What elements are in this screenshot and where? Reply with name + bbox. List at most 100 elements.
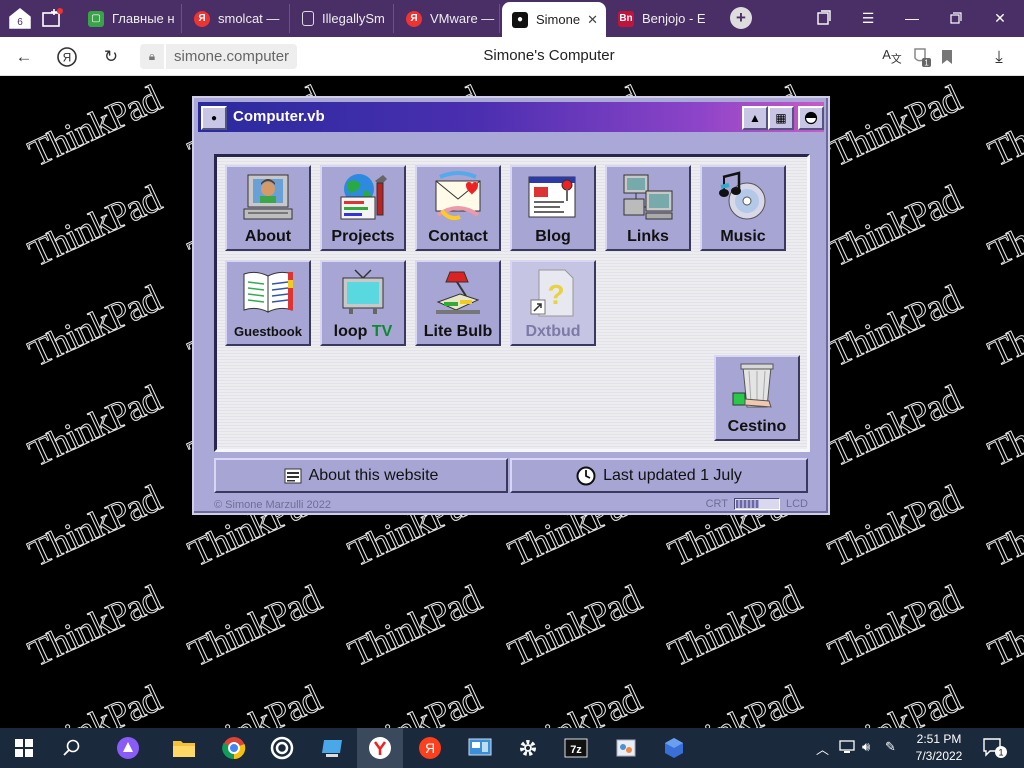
- thinkpad-watermark: ThinkPad: [982, 177, 1024, 275]
- thinkpad-watermark: ThinkPad: [822, 377, 967, 475]
- close-tab-icon[interactable]: ✕: [587, 12, 598, 28]
- tab-collections-button[interactable]: [810, 6, 838, 30]
- thinkpad-watermark: ThinkPad: [22, 177, 167, 275]
- about-website-button[interactable]: About this website: [214, 458, 508, 493]
- blog-icon-button[interactable]: Blog: [510, 165, 596, 251]
- last-updated-button[interactable]: Last updated 1 July: [510, 458, 808, 493]
- minimize-button[interactable]: —: [898, 6, 926, 30]
- thinkpad-watermark: ThinkPad: [342, 577, 487, 675]
- lite-bulb-icon-button[interactable]: Lite Bulb: [415, 260, 501, 346]
- new-window-button[interactable]: [38, 5, 66, 31]
- cestino-trash-button[interactable]: Cestino: [714, 355, 800, 441]
- thinkpad-watermark: ThinkPad: [502, 677, 647, 728]
- crt-lcd-toggle[interactable]: CRT LCD: [706, 498, 808, 510]
- volume-button[interactable]: 🔊︎: [862, 739, 870, 755]
- tab-illegallysm[interactable]: IllegallySm: [292, 4, 394, 33]
- file-explorer-button[interactable]: [170, 734, 198, 762]
- language-button[interactable]: ✎: [885, 739, 896, 755]
- contact-icon-button[interactable]: Contact: [415, 165, 501, 251]
- shield-badge-icon: 1: [914, 48, 931, 68]
- remote-desktop-button[interactable]: [318, 734, 346, 762]
- thinkpad-watermark: ThinkPad: [982, 677, 1024, 728]
- guestbook-icon-button[interactable]: Guestbook: [225, 260, 311, 346]
- windows-taskbar: Я 7z ︿ 🔊︎ ✎ 2:51 PM 7/3/2022 1: [0, 728, 1024, 768]
- system-menu-button[interactable]: ●: [201, 106, 227, 130]
- svg-text:7z: 7z: [570, 744, 582, 756]
- maximize-button[interactable]: ▲: [742, 106, 768, 130]
- icon-label: Projects: [331, 228, 395, 245]
- browser-tab-strip: 6 ▢ Главные н Я smolcat — IllegallySm Я …: [0, 0, 1024, 37]
- music-icon-button[interactable]: Music: [700, 165, 786, 251]
- svg-text:1: 1: [924, 59, 929, 68]
- show-hidden-icons-button[interactable]: ︿: [816, 739, 829, 758]
- crt-label: CRT: [705, 498, 728, 510]
- icon-label: Music: [720, 228, 766, 245]
- cube-app-button[interactable]: [660, 734, 688, 762]
- slider-fill: [735, 500, 759, 508]
- collections-icon: [817, 10, 831, 25]
- menu-button[interactable]: ☰: [854, 6, 882, 30]
- restore-button[interactable]: [942, 6, 970, 30]
- tab-glavnye[interactable]: ▢ Главные н: [78, 4, 182, 33]
- remote-app-button[interactable]: [466, 734, 494, 762]
- system-clock[interactable]: 2:51 PM 7/3/2022: [912, 731, 966, 765]
- thinkpad-watermark: ThinkPad: [822, 277, 967, 375]
- paint-app-button[interactable]: [612, 734, 640, 762]
- crt-lcd-slider[interactable]: [733, 498, 780, 510]
- bookmark-button[interactable]: [935, 45, 959, 69]
- yandex-browser-button[interactable]: [357, 728, 403, 768]
- projects-icon-button[interactable]: Projects: [320, 165, 406, 251]
- dxtbud-icon-button[interactable]: ? Dxtbud: [510, 260, 596, 346]
- thinkpad-watermark: ThinkPad: [22, 477, 167, 575]
- new-tab-button[interactable]: +: [730, 7, 752, 29]
- thinkpad-watermark: ThinkPad: [22, 377, 167, 475]
- tab-simone-active[interactable]: ● Simone ✕: [502, 2, 606, 37]
- tab-smolcat[interactable]: Я smolcat —: [184, 4, 290, 33]
- window-close-button[interactable]: [798, 106, 824, 130]
- 7zip-button[interactable]: 7z: [562, 734, 590, 762]
- translate-button[interactable]: A文: [880, 45, 904, 69]
- tab-benjojo[interactable]: Bn Benjojo - E: [608, 4, 718, 33]
- thinkpad-watermark: ThinkPad: [182, 577, 327, 675]
- tv-label-suffix: TV: [371, 323, 393, 340]
- restore-icon: [950, 12, 962, 24]
- home-tabs-icon: 6: [9, 8, 31, 29]
- window-title: Computer.vb: [233, 108, 325, 125]
- chrome-button[interactable]: [220, 734, 248, 762]
- links-icon-button[interactable]: Links: [605, 165, 691, 251]
- tab-label: VMware —: [430, 11, 495, 26]
- last-updated-label: Last updated 1 July: [603, 466, 742, 484]
- unknown-file-icon: ?: [525, 265, 581, 321]
- search-button[interactable]: [58, 734, 86, 762]
- close-window-button[interactable]: ✕: [986, 6, 1014, 30]
- monitor-app-icon: [322, 740, 342, 757]
- thinkpad-watermark: ThinkPad: [822, 677, 967, 728]
- triangle-up-icon: ▲: [749, 111, 761, 125]
- window-titlebar[interactable]: ● Computer.vb ▲ ▦: [198, 102, 824, 132]
- grid-button[interactable]: ▦: [768, 106, 794, 130]
- extension-button[interactable]: 1: [909, 45, 933, 69]
- about-icon-button[interactable]: About: [225, 165, 311, 251]
- downloads-button[interactable]: ⤓: [987, 45, 1011, 69]
- thinkpad-watermark: ThinkPad: [822, 577, 967, 675]
- start-button[interactable]: [10, 734, 38, 762]
- tab-vmware[interactable]: Я VMware —: [396, 4, 500, 33]
- tab-counter-button[interactable]: 6: [6, 5, 34, 31]
- network-computers-icon: [620, 170, 676, 226]
- settings-button[interactable]: [514, 734, 542, 762]
- alice-assistant-button[interactable]: [114, 734, 142, 762]
- icon-label: Blog: [535, 228, 571, 245]
- network-button[interactable]: [838, 739, 856, 758]
- computer-vb-window: ● Computer.vb ▲ ▦ About Projects Contact…: [192, 96, 830, 515]
- hamburger-icon: ☰: [861, 9, 875, 26]
- yandex-app-button[interactable]: Я: [416, 734, 444, 762]
- folder-icon: [173, 741, 195, 757]
- thinkpad-watermark: ThinkPad: [662, 577, 807, 675]
- site-icon: ●: [512, 11, 528, 28]
- notifications-button[interactable]: 1: [982, 736, 1008, 763]
- desktop-area: About Projects Contact Blog Links Music …: [214, 154, 810, 452]
- thinkpad-watermark: ThinkPad: [22, 277, 167, 375]
- loop-tv-icon-button[interactable]: loop TV: [320, 260, 406, 346]
- icon-label: Links: [627, 228, 669, 245]
- target-app-button[interactable]: [268, 734, 296, 762]
